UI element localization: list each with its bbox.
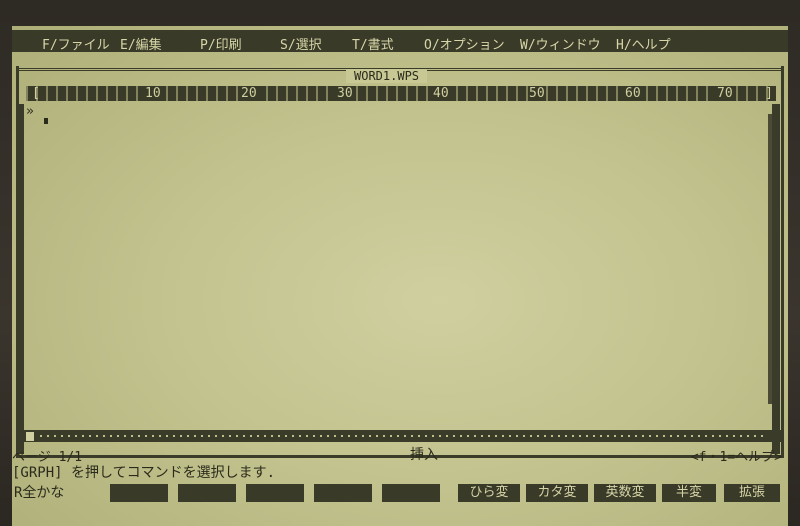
function-key-5[interactable] [382,484,440,502]
menu-select[interactable]: S/選択 [280,34,322,53]
ruler-mark: 10 [144,86,162,101]
ruler-right-bracket: ] [765,86,773,101]
function-key-1[interactable] [110,484,168,502]
menu-help[interactable]: H/ヘルプ [616,34,671,53]
insert-mode-indicator: 挿入 [410,447,438,463]
ruler-mark: 40 [432,86,450,101]
horizontal-scrollbar[interactable] [16,430,784,442]
menu-edit[interactable]: E/編集 [120,34,162,53]
help-hint: <f・1=ヘルプ> [690,450,782,465]
vertical-scrollbar[interactable] [768,114,772,404]
margin-marker-icon: » [26,104,34,119]
function-key-katakana[interactable]: カタ変 [526,484,588,502]
function-key-bar: R全かな ひら変 カタ変 英数変 半変 拡張 [12,482,788,508]
menu-file[interactable]: F/ファイル [42,34,110,53]
window-left-border [16,104,24,454]
text-editor-area[interactable] [26,106,768,456]
status-line: ページ 1/1 挿入 <f・1=ヘルプ> [12,444,788,465]
function-key-hiragana[interactable]: ひら変 [458,484,520,502]
menu-print[interactable]: P/印刷 [200,34,242,53]
menu-options[interactable]: O/オプション [424,34,505,53]
menu-format[interactable]: T/書式 [352,34,394,53]
ruler-mark: 30 [336,86,354,101]
window-right-border [772,104,780,454]
menu-bar: F/ファイル E/編集 P/印刷 S/選択 T/書式 O/オプション W/ウィン… [12,30,788,53]
lcd-screen: F/ファイル E/編集 P/印刷 S/選択 T/書式 O/オプション W/ウィン… [12,26,788,526]
function-key-3[interactable] [246,484,304,502]
function-key-halfwidth[interactable]: 半変 [662,484,716,502]
message-line: [GRPH] を押してコマンドを選択します. [12,465,276,481]
ruler: [ 10 20 30 40 50 60 70 ] [26,86,776,101]
ruler-ticks [26,86,776,101]
menu-window[interactable]: W/ウィンドウ [520,34,601,53]
function-key-2[interactable] [178,484,236,502]
text-cursor [44,118,48,124]
ruler-mark: 50 [528,86,546,101]
ruler-left-bracket: [ [32,86,40,101]
ruler-mark: 60 [624,86,642,101]
ruler-mark: 70 [716,86,734,101]
scroll-thumb[interactable] [26,432,34,441]
input-mode-indicator: R全かな [14,485,65,501]
function-key-4[interactable] [314,484,372,502]
function-key-alphanumeric[interactable]: 英数変 [594,484,656,502]
function-key-extend[interactable]: 拡張 [724,484,780,502]
window-title: WORD1.WPS [346,69,428,83]
scroll-track [40,435,766,437]
ruler-mark: 20 [240,86,258,101]
